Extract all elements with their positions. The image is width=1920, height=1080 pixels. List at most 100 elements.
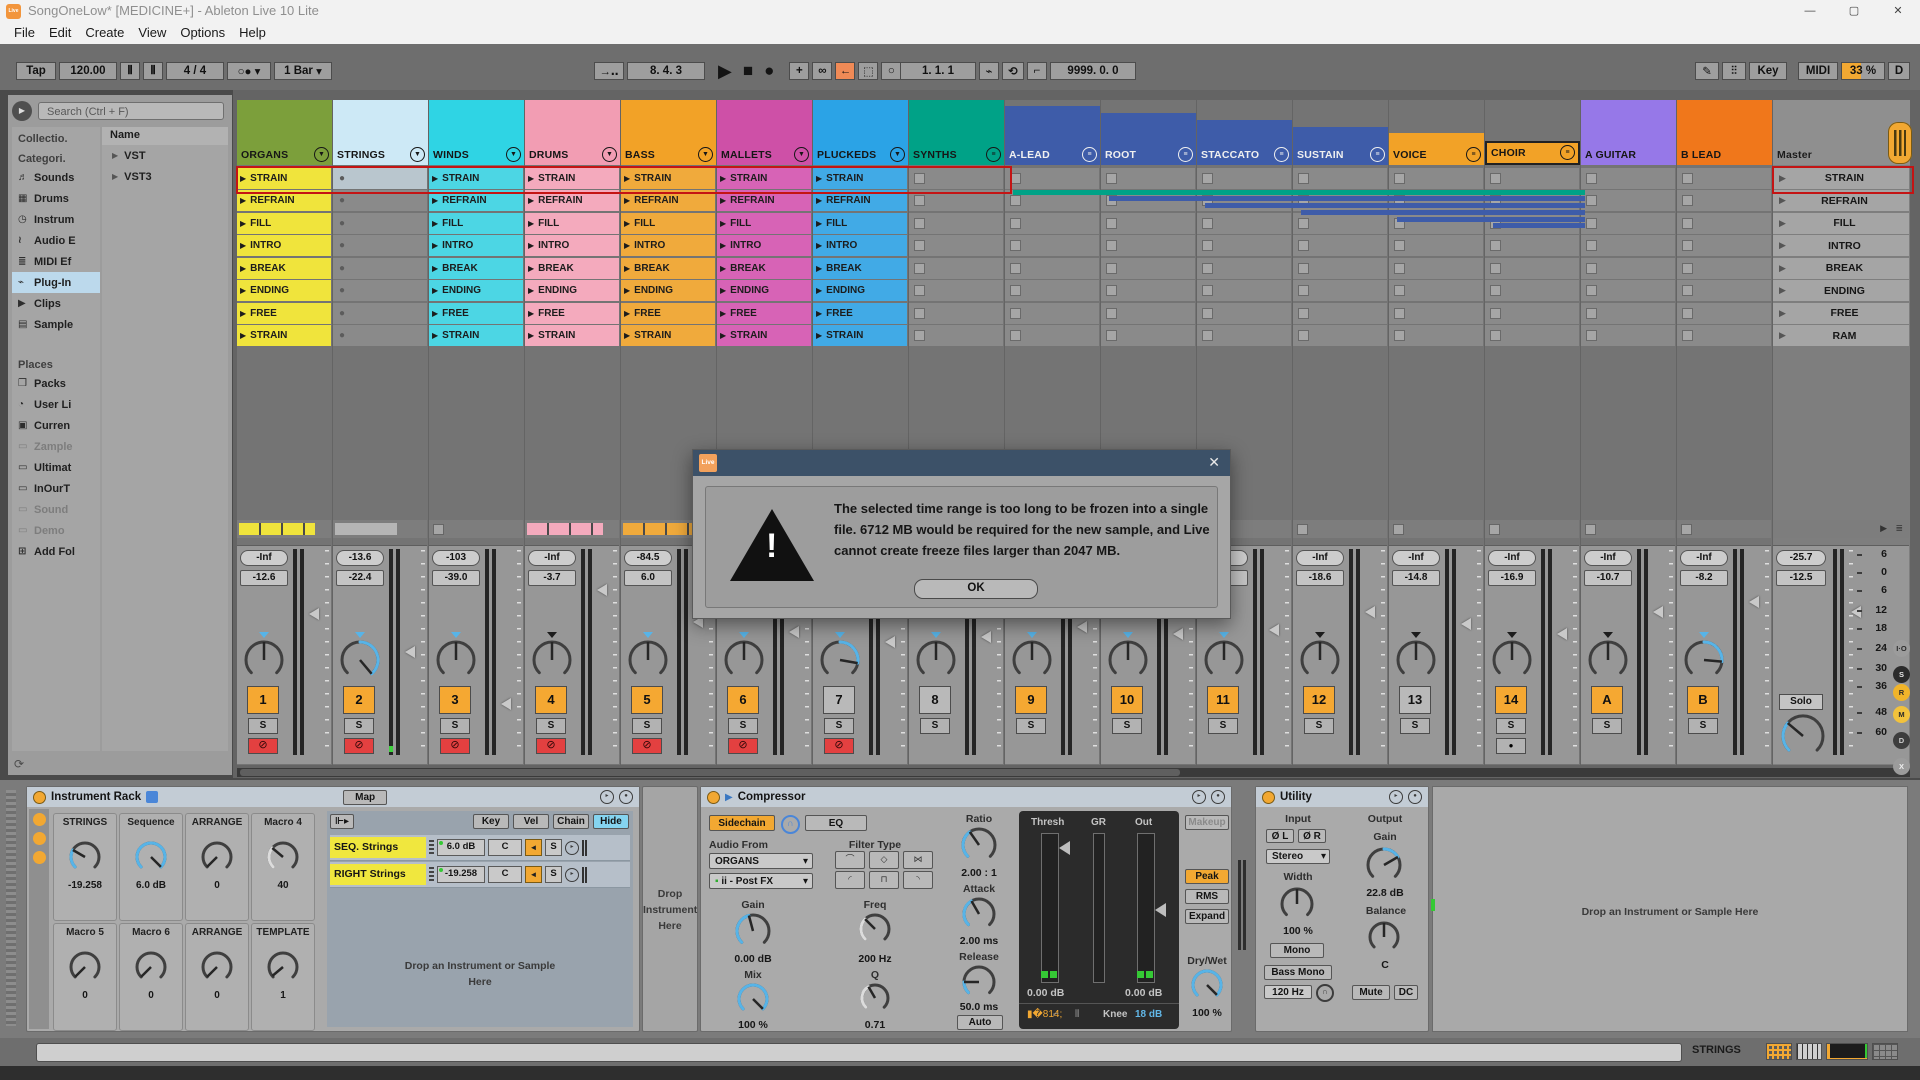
empty-clip-slot[interactable] [1581,235,1675,256]
track-activator[interactable]: 11 [1207,686,1239,714]
clip-slot[interactable]: ▶BREAK [525,258,619,279]
solo-button[interactable]: S [1688,718,1718,734]
stop-square-icon[interactable] [1490,330,1501,341]
eq-toggle[interactable]: EQ [805,815,867,831]
device-on-led[interactable] [1262,791,1275,804]
track-activator[interactable]: 5 [631,686,663,714]
macro-7[interactable]: ARRANGE0 [185,923,249,1031]
stop-circle-icon[interactable]: ● [339,195,345,206]
clip-slot[interactable]: ▶REFRAIN [621,190,715,211]
phase-left-button[interactable]: Ø L [1266,829,1294,843]
empty-clip-slot[interactable] [909,235,1003,256]
clip-play-icon[interactable]: ▶ [720,331,726,340]
fader-handle[interactable] [309,608,319,620]
clip-slot[interactable]: ▶INTRO [717,235,811,256]
clip-slot[interactable]: ▶REFRAIN [525,190,619,211]
chain-solo-button[interactable]: S [545,866,562,883]
maximize-button[interactable]: ▢ [1832,0,1876,22]
solo-button[interactable]: S [1208,718,1238,734]
stop-square-icon[interactable] [1010,195,1021,206]
gain-knob[interactable] [1364,845,1404,890]
place-item-userli[interactable]: ◔User Li [12,394,100,415]
stop-square-icon[interactable] [914,330,925,341]
track-header[interactable]: DRUMS▼ [525,100,620,165]
fader-handle[interactable] [1269,624,1279,636]
instrument-rack-title-bar[interactable]: Instrument Rack Map ▸ ● [27,787,639,807]
stop-square-icon[interactable] [433,524,444,535]
stop-square-icon[interactable] [1394,285,1405,296]
punch-in-button[interactable]: ⌁ [979,62,999,80]
clip-play-icon[interactable]: ▶ [240,241,246,250]
sidechain-listen-icon[interactable]: ∩ [781,815,800,834]
stop-square-icon[interactable] [1106,218,1117,229]
chevron-down-icon[interactable]: ▼ [410,147,425,162]
place-item-sound[interactable]: ▭Sound [12,499,100,520]
track-activator[interactable]: 3 [439,686,471,714]
chain-volume[interactable]: -19.258 [437,866,485,883]
track-activator[interactable]: 12 [1303,686,1335,714]
stop-square-icon[interactable] [1106,173,1117,184]
empty-clip-slot[interactable] [1005,258,1099,279]
empty-clip-slot[interactable] [1485,168,1579,189]
empty-clip-slot[interactable] [1101,213,1195,234]
stop-circle-icon[interactable]: ● [339,173,345,184]
arm-button[interactable]: ⊘ [248,738,278,754]
place-item-curren[interactable]: ▣Curren [12,415,100,436]
scene-slot[interactable]: ▶STRAIN [1773,168,1909,189]
empty-clip-slot[interactable] [1101,280,1195,301]
utility-title-bar[interactable]: Utility ▸ ● [1256,787,1428,807]
clip-play-icon[interactable]: ▶ [816,309,822,318]
fader-handle[interactable] [597,584,607,596]
chevron-down-icon[interactable]: ▼ [698,147,713,162]
empty-clip-slot[interactable] [1677,280,1771,301]
empty-clip-slot[interactable] [1005,213,1099,234]
fader-handle[interactable] [1365,606,1375,618]
stop-circle-icon[interactable]: ● [339,240,345,251]
track-activator[interactable]: 9 [1015,686,1047,714]
crossfader-knob[interactable] [1779,712,1827,765]
mono-button[interactable]: Mono [1270,943,1324,958]
hot-swap-icon[interactable]: ▸ [1389,790,1403,804]
expand-mode-button[interactable]: Expand [1185,909,1229,924]
clip-play-icon[interactable]: ▶ [720,286,726,295]
clip-play-icon[interactable]: ▶ [240,286,246,295]
stop-square-icon[interactable] [1010,173,1021,184]
clip-stop-slot[interactable]: ● [333,168,427,189]
clip-play-icon[interactable]: ▶ [240,331,246,340]
empty-clip-slot[interactable] [909,303,1003,324]
solo-button[interactable]: S [728,718,758,734]
scene-play-icon[interactable]: ▶ [1779,173,1786,184]
track-header[interactable]: ORGANS▼ [237,100,332,165]
macro-5[interactable]: Macro 50 [53,923,117,1031]
stop-square-icon[interactable] [1202,285,1213,296]
chain-row[interactable]: SEQ. Strings 6.0 dB C ◄ S ▸ [330,835,630,861]
back-to-arrangement-button[interactable]: ← [835,62,855,80]
channel-mode-select[interactable]: Stereo▾ [1266,849,1330,864]
solo-button[interactable]: S [632,718,662,734]
chevron-down-icon[interactable]: ▼ [602,147,617,162]
quantize-menu[interactable]: 1 Bar ▾ [274,62,332,80]
stop-square-icon[interactable] [1394,240,1405,251]
scene-play-icon[interactable]: ▶ [1779,263,1786,274]
sidebar-item-audioe[interactable]: ≀Audio E [12,230,100,251]
empty-clip-slot[interactable] [1197,213,1291,234]
macro-2[interactable]: Sequence6.0 dB [119,813,183,921]
arm-button[interactable]: ⊘ [344,738,374,754]
clip-play-icon[interactable]: ▶ [624,264,630,273]
clip-play-icon[interactable]: ▶ [720,196,726,205]
follow-button[interactable]: →‥ [594,62,624,80]
stop-square-icon[interactable] [1682,173,1693,184]
empty-clip-slot[interactable] [1389,325,1483,346]
track-activator[interactable]: 1 [247,686,279,714]
clip-play-icon[interactable]: ▶ [816,196,822,205]
chain-name[interactable]: SEQ. Strings [330,837,426,858]
stop-square-icon[interactable] [1393,524,1404,535]
stop-square-icon[interactable] [1010,240,1021,251]
stop-square-icon[interactable] [1202,308,1213,319]
track-header[interactable]: BASS▼ [621,100,716,165]
clip-slot[interactable]: ▶REFRAIN [237,190,331,211]
track-activator[interactable]: 13 [1399,686,1431,714]
clip-slot[interactable]: ▶FREE [525,303,619,324]
pan-knob[interactable] [530,638,574,687]
group-lines-icon[interactable]: ≡ [1082,147,1097,162]
